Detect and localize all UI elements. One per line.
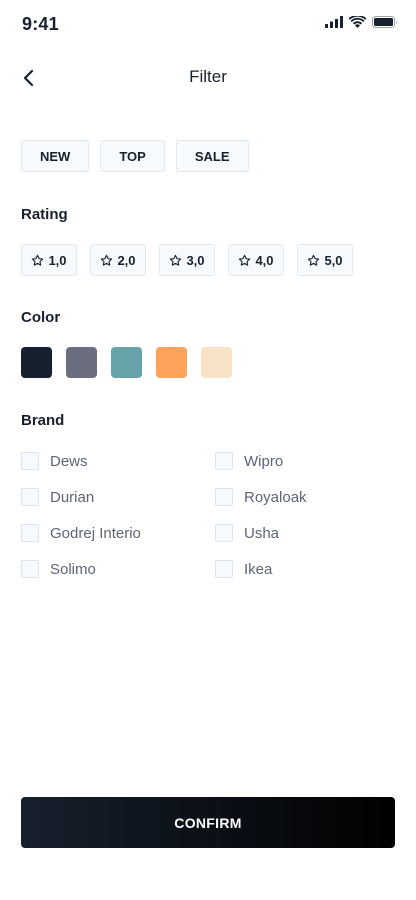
star-outline-icon: [239, 254, 251, 266]
rating-chip-1[interactable]: 1,0: [21, 244, 77, 276]
brand-option-royaloak[interactable]: Royaloak: [215, 488, 307, 506]
tag-chip-label: TOP: [119, 148, 146, 164]
brand-label: Royaloak: [244, 488, 307, 506]
brand-section-title: Brand: [21, 412, 65, 429]
tag-chip-new[interactable]: NEW: [21, 140, 90, 172]
color-swatch-beige[interactable]: [201, 347, 232, 378]
color-section-title: Color: [21, 309, 61, 326]
brand-label: Wipro: [244, 452, 284, 470]
confirm-button-label: CONFIRM: [174, 814, 242, 831]
tag-chip-sale[interactable]: SALE: [175, 140, 249, 172]
brand-checkbox[interactable]: [215, 560, 233, 578]
brand-checkbox[interactable]: [215, 452, 233, 470]
star-outline-icon: [101, 254, 113, 266]
brand-option-solimo[interactable]: Solimo: [21, 560, 96, 578]
color-swatch-navy[interactable]: [21, 347, 52, 378]
tag-chip-top[interactable]: TOP: [100, 140, 165, 172]
star-outline-icon: [170, 254, 182, 266]
tag-chip-label: NEW: [40, 148, 71, 164]
confirm-button[interactable]: CONFIRM: [21, 797, 395, 848]
tag-chip-row: NEW TOP SALE: [21, 140, 249, 172]
color-swatch-row: [21, 347, 232, 378]
star-outline-icon: [308, 254, 320, 266]
brand-option-usha[interactable]: Usha: [215, 524, 279, 542]
star-outline-icon: [32, 254, 44, 266]
brand-option-durian[interactable]: Durian: [21, 488, 94, 506]
brand-option-dews[interactable]: Dews: [21, 452, 88, 470]
status-icons: [325, 16, 398, 28]
rating-section-title: Rating: [21, 206, 68, 223]
rating-chip-4[interactable]: 4,0: [228, 244, 284, 276]
brand-label: Usha: [244, 524, 280, 542]
brand-label: Solimo: [50, 560, 96, 578]
rating-chip-label: 1,0: [48, 252, 67, 268]
brand-checkbox[interactable]: [215, 488, 233, 506]
rating-chip-label: 3,0: [186, 252, 205, 268]
color-swatch-gray[interactable]: [66, 347, 97, 378]
brand-checkbox[interactable]: [215, 524, 233, 542]
rating-chip-2[interactable]: 2,0: [90, 244, 146, 276]
color-swatch-teal[interactable]: [111, 347, 142, 378]
wifi-icon: [349, 16, 366, 28]
page-title: Filter: [189, 67, 227, 86]
brand-option-ikea[interactable]: Ikea: [215, 560, 272, 578]
color-swatch-orange[interactable]: [156, 347, 187, 378]
signal-icon: [325, 16, 343, 28]
brand-checkbox[interactable]: [21, 524, 39, 542]
rating-chip-label: 2,0: [117, 252, 136, 268]
status-bar: 9:41: [0, 0, 416, 50]
rating-chip-label: 4,0: [255, 252, 274, 268]
brand-label: Durian: [50, 488, 95, 506]
brand-checkbox[interactable]: [21, 560, 39, 578]
rating-chip-label: 5,0: [324, 252, 343, 268]
rating-chip-3[interactable]: 3,0: [159, 244, 215, 276]
brand-label: Ikea: [244, 560, 273, 578]
battery-icon: [372, 16, 397, 28]
status-time: 9:41: [22, 14, 59, 34]
brand-option-wipro[interactable]: Wipro: [215, 452, 283, 470]
brand-label: Godrej Interio: [50, 524, 141, 542]
rating-chip-5[interactable]: 5,0: [297, 244, 353, 276]
rating-chip-row: 1,0 2,0 3,0 4,0 5,0: [21, 244, 353, 276]
brand-checkbox[interactable]: [21, 452, 39, 470]
tag-chip-label: SALE: [194, 148, 230, 164]
nav-bar: Filter: [0, 58, 416, 98]
brand-option-godrej-interio[interactable]: Godrej Interio: [21, 524, 141, 542]
brand-label: Dews: [50, 452, 88, 470]
brand-checkbox[interactable]: [21, 488, 39, 506]
